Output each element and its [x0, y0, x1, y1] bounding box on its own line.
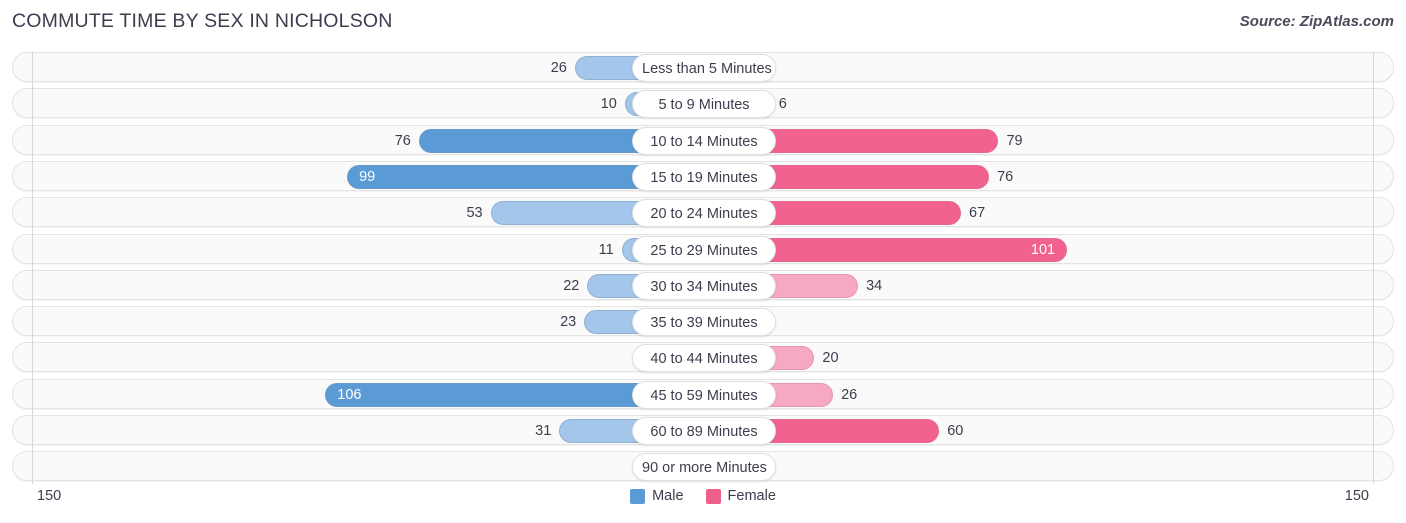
- category-label: 40 to 44 Minutes: [632, 344, 776, 373]
- bar-value-female: 26: [841, 386, 858, 403]
- category-label: 25 to 29 Minutes: [632, 235, 776, 264]
- legend-label: Female: [727, 488, 776, 504]
- chart-footer: 150 150 Male Female: [0, 483, 1406, 523]
- category-label: Less than 5 Minutes: [632, 54, 776, 82]
- category-label: 35 to 39 Minutes: [632, 308, 776, 337]
- bar-value-female: 101: [1030, 241, 1056, 258]
- bar-value-female: 67: [969, 205, 986, 222]
- bar-value-female: 60: [947, 423, 964, 439]
- bar-value-male: 76: [394, 132, 411, 149]
- axis-line-right: [1373, 52, 1374, 484]
- bar-value-female: 6: [778, 96, 787, 113]
- bar-value-male: 22: [563, 277, 580, 294]
- legend-swatch-icon: [705, 488, 721, 504]
- bar-value-male: 99: [359, 168, 376, 185]
- bar-value-female: 79: [1006, 132, 1023, 149]
- source-attribution: Source: ZipAtlas.com: [1239, 13, 1394, 30]
- bar-value-male: 26: [550, 60, 567, 76]
- category-label: 90 or more Minutes: [632, 453, 776, 482]
- chart-row: 02040 to 44 Minutes: [12, 342, 1394, 373]
- category-label: 60 to 89 Minutes: [632, 417, 776, 445]
- page-title: COMMUTE TIME BY SEX IN NICHOLSON: [12, 10, 393, 32]
- bar-value-male: 53: [466, 205, 483, 222]
- category-label: 30 to 34 Minutes: [632, 271, 776, 300]
- chart-row: 11 101 25 to 29 Minutes: [12, 233, 1394, 264]
- bar-value-male: 11: [598, 241, 614, 258]
- chart-row: 2090 or more Minutes: [12, 451, 1394, 482]
- category-label: 20 to 24 Minutes: [632, 199, 776, 228]
- bar-value-male: 106: [337, 386, 362, 403]
- bar-value-female: 34: [866, 277, 883, 294]
- bar-value-male: 23: [560, 314, 577, 331]
- category-label: 15 to 19 Minutes: [632, 162, 776, 191]
- chart-row: 31 60 60 to 89 Minutes: [12, 415, 1394, 445]
- category-label: 45 to 59 Minutes: [632, 380, 776, 409]
- legend-label: Male: [652, 488, 684, 504]
- chart-row: 23035 to 39 Minutes: [12, 306, 1394, 337]
- bar-value-male: 31: [535, 423, 552, 439]
- category-label: 10 to 14 Minutes: [632, 126, 776, 155]
- bar-value-female: 76: [997, 168, 1014, 185]
- chart-legend: Male Female: [0, 488, 1406, 504]
- legend-item-female[interactable]: Female: [705, 488, 776, 504]
- chart-row: 260Less than 5 Minutes: [12, 52, 1394, 82]
- legend-swatch-icon: [630, 488, 646, 504]
- legend-item-male[interactable]: Male: [630, 488, 684, 504]
- bar-value-female: 20: [822, 350, 839, 367]
- chart-row: 99 76 15 to 19 Minutes: [12, 160, 1394, 191]
- chart-row: 106 26 45 to 59 Minutes: [12, 378, 1394, 409]
- category-label: 5 to 9 Minutes: [632, 90, 776, 119]
- chart-row: 76 79 10 to 14 Minutes: [12, 124, 1394, 155]
- chart-row: 22 34 30 to 34 Minutes: [12, 269, 1394, 300]
- chart-plot-area: 260Less than 5 Minutes1065 to 9 Minutes7…: [0, 45, 1406, 484]
- chart-header: COMMUTE TIME BY SEX IN NICHOLSON Source:…: [0, 0, 1406, 45]
- bar-value-male: 10: [600, 96, 617, 113]
- chart-row: 10 6 5 to 9 Minutes: [12, 88, 1394, 119]
- chart-row: 53 67 20 to 24 Minutes: [12, 197, 1394, 228]
- axis-line-left: [32, 52, 33, 484]
